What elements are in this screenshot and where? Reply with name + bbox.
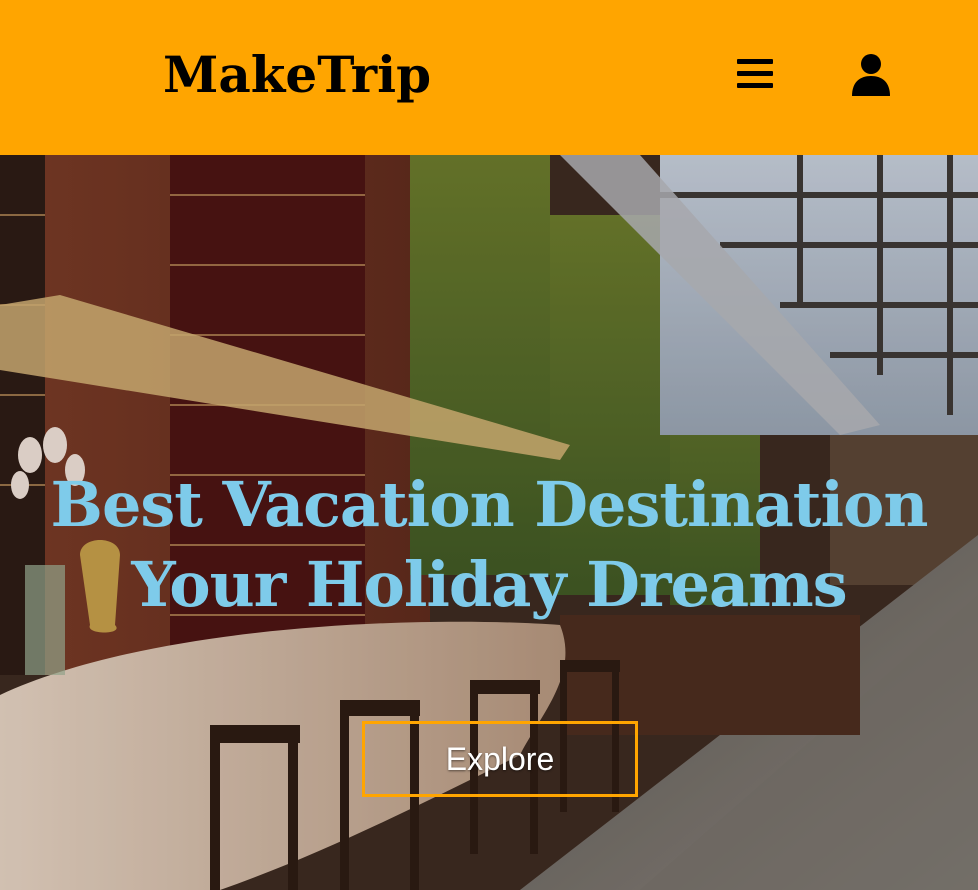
hamburger-menu-icon[interactable] [737, 59, 773, 89]
hero-banner: Best Vacation Destination Your Holiday D… [0, 155, 978, 890]
site-logo[interactable]: MakeTrip [163, 40, 431, 110]
hero-headline-line2: Your Holiday Dreams [131, 548, 847, 621]
site-header: MakeTrip [0, 0, 978, 155]
user-icon[interactable] [851, 52, 891, 96]
hero-headline: Best Vacation Destination Your Holiday D… [0, 465, 978, 625]
hero-headline-line1: Best Vacation Destination [50, 468, 929, 541]
explore-button[interactable]: Explore [362, 721, 638, 797]
